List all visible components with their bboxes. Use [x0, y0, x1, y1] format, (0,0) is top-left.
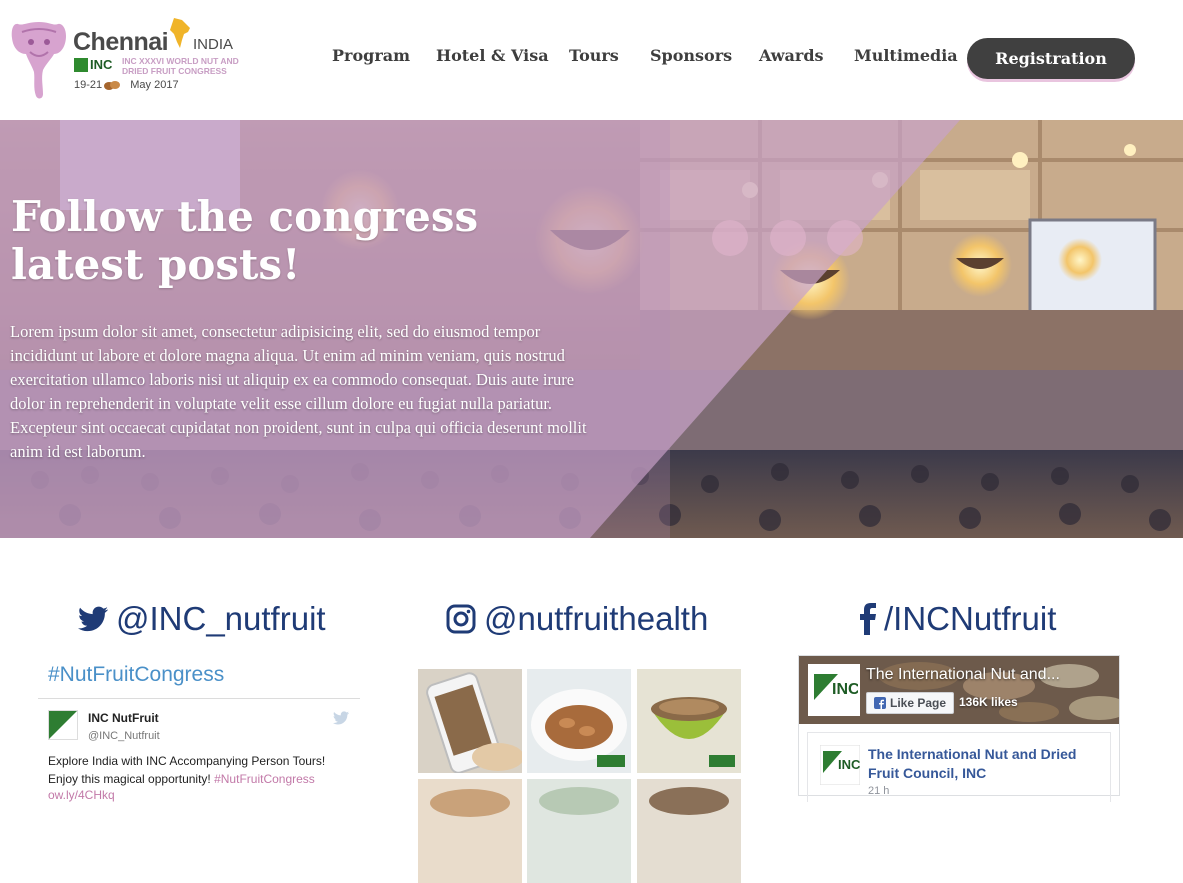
registration-button[interactable]: Registration	[967, 38, 1135, 79]
facebook-like-page-button[interactable]: Like Page	[866, 692, 955, 714]
inc-avatar[interactable]	[48, 710, 78, 740]
instagram-heading[interactable]: @nutfruithealth	[446, 600, 708, 638]
facebook-post-author[interactable]: The International Nut and Dried Fruit Co…	[868, 745, 1098, 783]
hero-body-text: Lorem ipsum dolor sit amet, consectetur …	[10, 322, 587, 461]
site-header: Chennai INDIA INC INC XXXVI WORLD NUT AN…	[0, 0, 1183, 120]
logo-congress-name: INC XXXVI WORLD NUT AND DRIED FRUIT CONG…	[122, 56, 239, 76]
instagram-icon	[446, 604, 476, 634]
nav-multimedia[interactable]: Multimedia	[854, 46, 958, 65]
facebook-page-logo[interactable]: INC	[808, 664, 860, 716]
svg-text:INC: INC	[832, 681, 858, 698]
instagram-post-2[interactable]	[527, 669, 631, 773]
nav-tours[interactable]: Tours	[569, 46, 619, 65]
facebook-page-name[interactable]: The International Nut and...	[866, 666, 1060, 684]
elephant-logo-icon	[11, 22, 66, 99]
twitter-divider	[38, 698, 360, 699]
facebook-like-count: 136K likes	[959, 695, 1018, 709]
logo-city: Chennai	[73, 28, 169, 56]
instagram-post-3[interactable]	[637, 669, 741, 773]
congress-logo[interactable]: Chennai INDIA INC INC XXXVI WORLD NUT AN…	[10, 16, 260, 100]
nav-sponsors[interactable]: Sponsors	[650, 46, 732, 65]
hero-banner: Follow the congress latest posts! Lorem …	[0, 120, 1183, 538]
twitter-bird-icon[interactable]	[333, 711, 349, 725]
nav-awards[interactable]: Awards	[759, 46, 824, 65]
facebook-post: INC The International Nut and Dried Frui…	[807, 732, 1111, 802]
logo-country: INDIA	[193, 36, 234, 53]
facebook-post-time[interactable]: 21 h	[868, 785, 889, 797]
facebook-heading[interactable]: /INCNutfruit	[858, 600, 1056, 638]
facebook-f-icon	[874, 697, 886, 709]
nuts-icon	[104, 81, 120, 90]
twitter-hashtag-link[interactable]: #NutFruitCongress	[48, 663, 224, 687]
twitter-icon	[78, 606, 108, 632]
inc-logo-badge: INC	[74, 57, 116, 76]
instagram-post-5[interactable]	[527, 779, 631, 883]
instagram-post-6[interactable]	[637, 779, 741, 883]
tweet-text: Explore India with INC Accompanying Pers…	[48, 754, 326, 786]
india-map-icon	[170, 18, 190, 48]
tweet-author-name[interactable]: INC NutFruit	[88, 711, 159, 725]
tweet-hashtag-link[interactable]: #NutFruitCongress	[214, 772, 315, 786]
facebook-post-avatar[interactable]: INC	[820, 745, 860, 785]
svg-text:INC: INC	[838, 757, 860, 772]
twitter-heading[interactable]: @INC_nutfruit	[78, 600, 326, 638]
nav-hotel-visa[interactable]: Hotel & Visa	[436, 46, 549, 65]
hero-title: Follow the congress latest posts!	[11, 192, 479, 289]
logo-dates: 19-21 May 2017	[74, 79, 179, 91]
facebook-page-widget: INC The International Nut and... Like Pa…	[798, 655, 1120, 802]
tweet-short-link[interactable]: ow.ly/4CHkq	[48, 788, 115, 802]
facebook-icon	[860, 603, 876, 635]
instagram-post-1[interactable]	[418, 669, 522, 773]
tweet-author-handle[interactable]: @INC_Nutfruit	[88, 730, 160, 742]
nav-program[interactable]: Program	[332, 46, 410, 65]
instagram-post-4[interactable]	[418, 779, 522, 883]
